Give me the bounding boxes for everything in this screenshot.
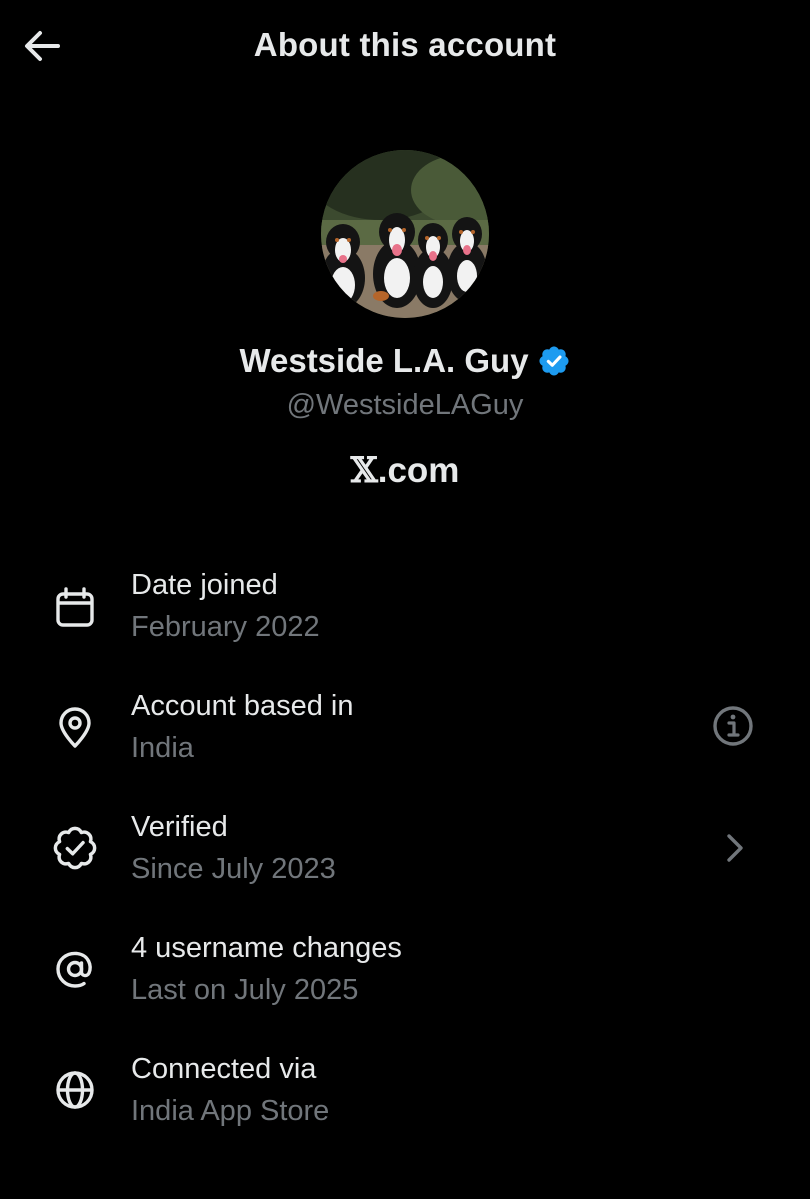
row-title: Date joined (131, 569, 278, 601)
row-title: Verified (131, 811, 228, 843)
verified-badge-icon[interactable] (537, 344, 571, 378)
row-subtitle: February 2022 (131, 611, 320, 643)
row-subtitle: Since July 2023 (131, 853, 336, 885)
x-logo-glyph: 𝕏 (350, 450, 378, 491)
row-connected-via: Connected via India App Store (0, 1049, 810, 1149)
row-username-changes: 4 username changes Last on July 2025 (0, 928, 810, 1028)
page-title: About this account (253, 26, 557, 63)
row-date-joined: Date joined February 2022 (0, 565, 810, 665)
site-label: 𝕏.com (0, 450, 810, 491)
row-subtitle: India App Store (131, 1095, 330, 1127)
verified-seal-icon (53, 826, 97, 870)
row-account-based-in: Account based in India (0, 686, 810, 786)
site-suffix: .com (377, 451, 460, 490)
globe-icon (56, 1071, 94, 1109)
calendar-icon (56, 587, 94, 627)
profile-photo-dogs (321, 150, 489, 318)
row-title: 4 username changes (131, 932, 402, 964)
at-sign-icon (56, 951, 92, 988)
chevron-right-icon (727, 834, 743, 862)
location-pin-icon (59, 707, 91, 748)
display-name-row: Westside L.A. Guy (0, 342, 810, 380)
display-name: Westside L.A. Guy (239, 342, 529, 379)
row-subtitle: India (131, 732, 194, 764)
info-icon[interactable] (710, 703, 756, 749)
about-account-screen: About this account Westside L.A. Guy @We… (0, 0, 810, 1199)
row-subtitle: Last on July 2025 (131, 974, 359, 1006)
avatar[interactable] (321, 150, 489, 318)
handle: @WestsideLAGuy (286, 389, 524, 421)
top-bar: About this account (0, 0, 810, 95)
row-verified[interactable]: Verified Since July 2023 (0, 807, 810, 907)
row-title: Account based in (131, 690, 354, 722)
row-title: Connected via (131, 1053, 317, 1085)
